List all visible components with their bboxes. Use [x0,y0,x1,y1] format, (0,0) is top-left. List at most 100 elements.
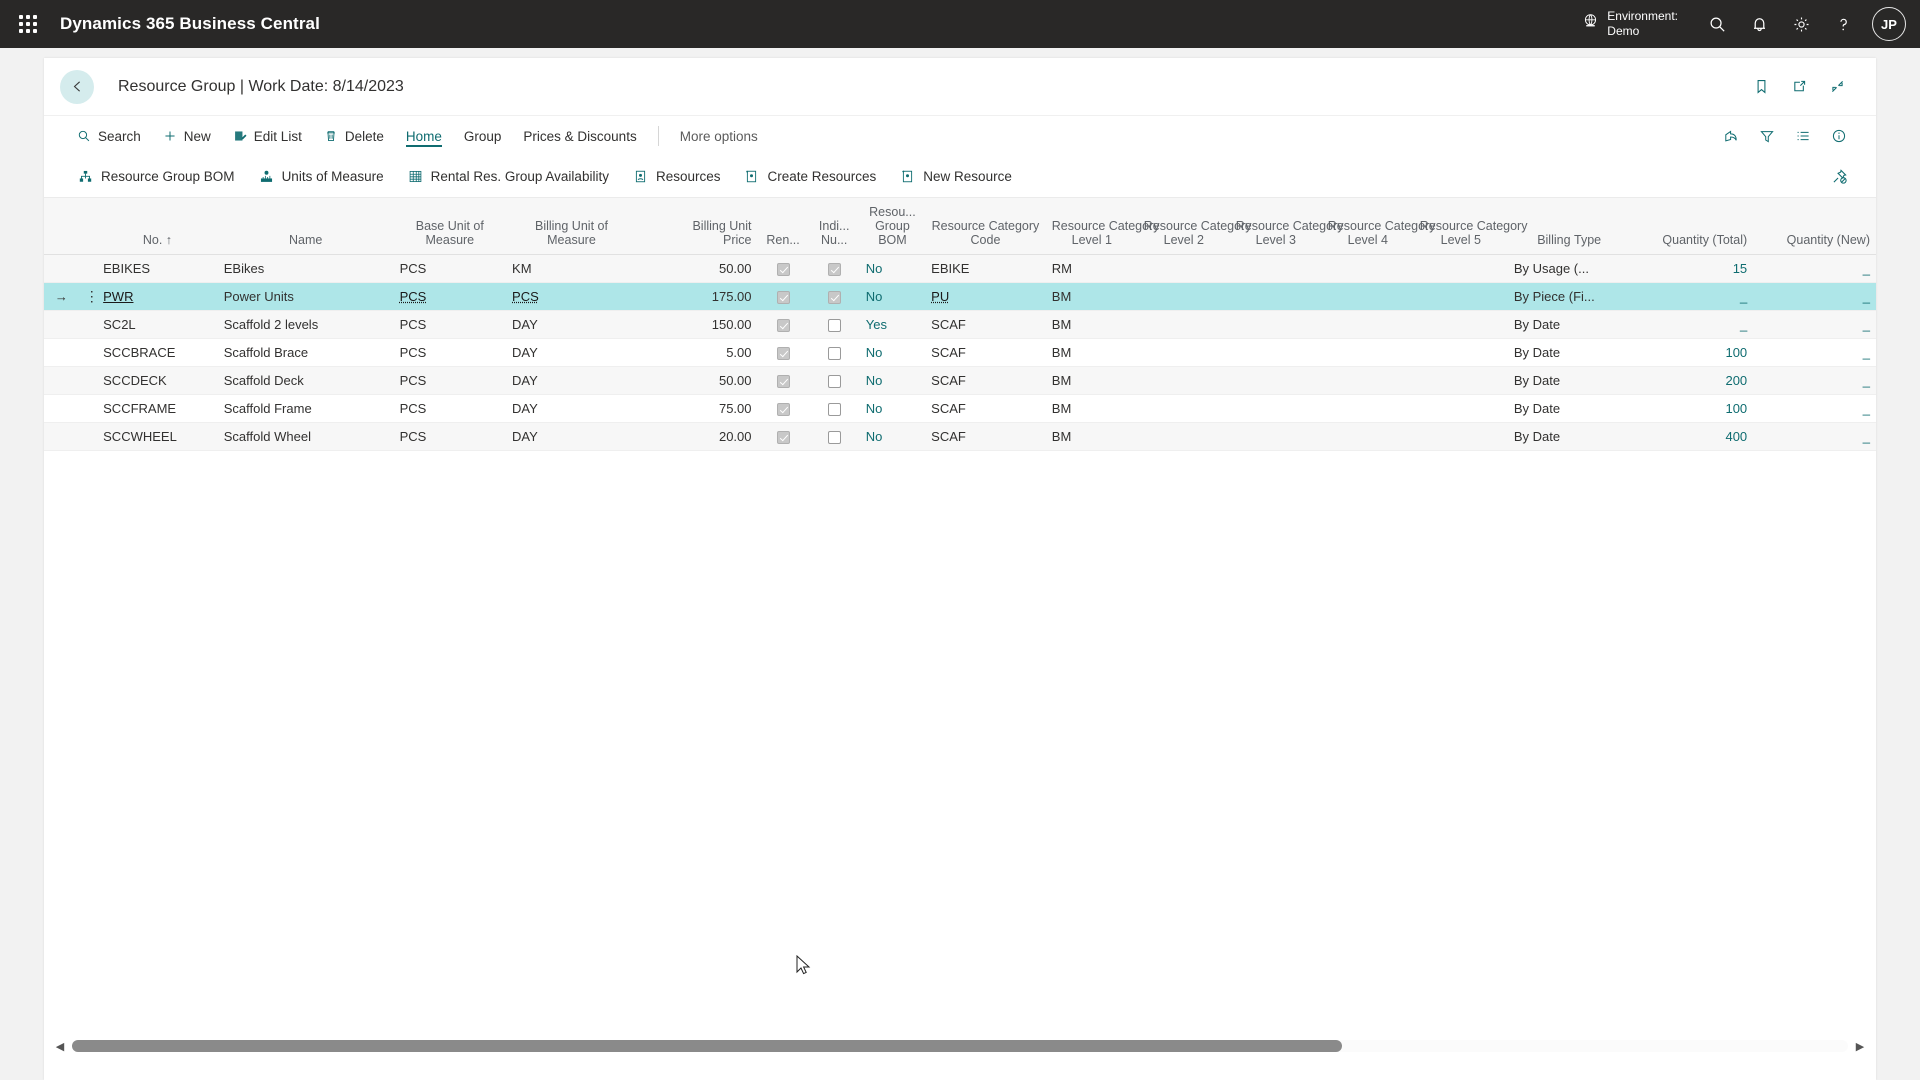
cell-cat-level-1[interactable]: RM [1045,254,1138,283]
cell-cat-level-4[interactable] [1321,366,1414,395]
cell-cat-level-3[interactable] [1229,422,1322,451]
cell-base-uom[interactable]: PCS [393,310,507,339]
checkbox-rental[interactable] [776,374,790,388]
cell-cat-level-3[interactable] [1229,310,1322,339]
table-row[interactable]: SCCDECK Scaffold Deck PCS DAY 50.00 No SCAF BM B… [44,366,1876,395]
cell-no[interactable]: SCCWHEEL [97,422,218,451]
cell-qty-total[interactable]: _ [1630,310,1754,339]
cell-qty-new[interactable]: _ [1753,366,1876,395]
cell-cat-level-1[interactable]: BM [1045,338,1138,367]
cell-qty-new[interactable]: _ [1753,282,1876,311]
cell-res-category-code[interactable]: SCAF [925,394,1046,423]
cell-billing-type[interactable]: By Date [1507,366,1631,395]
cell-individual[interactable] [808,310,860,339]
row-actions-icon[interactable] [78,338,98,367]
cell-cat-level-3[interactable] [1229,282,1322,311]
row-actions-icon[interactable] [78,422,98,451]
cell-cat-level-4[interactable] [1321,254,1414,283]
bell-icon[interactable] [1738,3,1780,45]
cell-cat-level-1[interactable]: BM [1045,366,1138,395]
cell-cat-level-3[interactable] [1229,338,1322,367]
cell-res-category-code[interactable]: EBIKE [925,254,1046,283]
cell-billing-unit-price[interactable]: 50.00 [636,254,758,283]
row-actions-icon[interactable]: ⋮ [78,282,98,311]
cell-cat-level-1[interactable]: BM [1045,282,1138,311]
cell-cat-level-1[interactable]: BM [1045,422,1138,451]
cell-individual[interactable] [808,338,860,367]
cell-billing-type[interactable]: By Date [1507,422,1631,451]
cell-billing-type[interactable]: By Date [1507,338,1631,367]
cell-qty-new[interactable]: _ [1753,310,1876,339]
data-grid-container[interactable]: No. ↑ Name Base Unit of Measure Billing Unit… [44,198,1876,1034]
cell-name[interactable]: Scaffold Brace [217,338,394,367]
row-actions-icon[interactable] [78,394,98,423]
cell-cat-level-4[interactable] [1321,394,1414,423]
cell-billing-type[interactable]: By Date [1507,310,1631,339]
cell-cat-level-4[interactable] [1321,282,1414,311]
col-header-no[interactable]: No. ↑ [97,198,218,255]
cell-cat-level-5[interactable] [1413,310,1508,339]
col-header-cat-level-1[interactable]: Resource Category Level 1 [1045,198,1159,255]
checkbox-rental[interactable] [776,262,790,276]
cell-cat-level-2[interactable] [1137,338,1230,367]
row-actions-icon[interactable] [78,310,98,339]
cell-billing-uom[interactable]: KM [506,254,637,283]
col-header-individual[interactable]: Indi... Nu... [808,198,860,255]
table-row[interactable]: SCCBRACE Scaffold Brace PCS DAY 5.00 No SCAF BM… [44,338,1876,367]
checkbox-individual[interactable] [827,374,841,388]
col-header-cat-level-5[interactable]: Resource Category Level 5 [1413,198,1527,255]
cell-billing-type[interactable]: By Piece (Fi... [1507,282,1631,311]
col-header-billing-unit-price[interactable]: Billing Unit Price [636,198,758,255]
cell-billing-unit-price[interactable]: 150.00 [636,310,758,339]
cell-cat-level-5[interactable] [1413,422,1508,451]
ribbon-delete-button[interactable]: Delete [313,125,395,148]
cell-name[interactable]: Scaffold Wheel [217,422,394,451]
bookmark-icon[interactable] [1744,70,1778,104]
cell-res-category-code[interactable]: PU [925,282,1046,311]
cell-rental[interactable] [757,422,809,451]
cell-res-category-code[interactable]: SCAF [925,310,1046,339]
col-header-cat-level-3[interactable]: Resource Category Level 3 [1229,198,1343,255]
avatar[interactable]: JP [1872,7,1906,41]
cell-name[interactable]: Scaffold Deck [217,366,394,395]
row-actions-icon[interactable] [78,254,98,283]
table-row[interactable]: EBIKES EBikes PCS KM 50.00 No EBIKE RM By Usage … [44,254,1876,283]
cell-base-uom[interactable]: PCS [393,282,507,311]
cell-no[interactable]: SC2L [97,310,218,339]
cell-base-uom[interactable]: PCS [393,254,507,283]
cell-billing-unit-price[interactable]: 175.00 [636,282,758,311]
col-header-qty-total[interactable]: Quantity (Total) [1630,198,1754,255]
cell-base-uom[interactable]: PCS [393,338,507,367]
cell-qty-total[interactable]: 200 [1630,366,1754,395]
more-options-button[interactable]: More options [669,125,769,148]
cell-billing-unit-price[interactable]: 20.00 [636,422,758,451]
cell-res-group-bom[interactable]: No [859,282,926,311]
unpin-icon[interactable] [1824,162,1854,192]
cell-cat-level-1[interactable]: BM [1045,310,1138,339]
cell-res-category-code[interactable]: SCAF [925,422,1046,451]
list-view-icon[interactable] [1788,121,1818,151]
cell-res-category-code[interactable]: SCAF [925,338,1046,367]
cell-res-group-bom[interactable]: No [859,366,926,395]
action-units-of-measure[interactable]: Units of Measure [247,164,396,189]
cell-cat-level-1[interactable]: BM [1045,394,1138,423]
cell-billing-unit-price[interactable]: 50.00 [636,366,758,395]
cell-billing-type[interactable]: By Usage (... [1507,254,1631,283]
cell-res-group-bom[interactable]: Yes [859,310,926,339]
ribbon-tab-group[interactable]: Group [453,125,513,148]
cell-no[interactable]: SCCDECK [97,366,218,395]
ribbon-search-button[interactable]: Search [66,125,152,148]
cell-qty-new[interactable]: _ [1753,338,1876,367]
col-header-res-group-bom[interactable]: Resou... Group BOM [859,198,926,255]
cell-qty-total[interactable]: _ [1630,282,1754,311]
col-header-cat-level-2[interactable]: Resource Category Level 2 [1137,198,1251,255]
cell-name[interactable]: Scaffold Frame [217,394,394,423]
col-header-qty-new[interactable]: Quantity (New) [1753,198,1876,255]
cell-cat-level-5[interactable] [1413,338,1508,367]
col-header-base-uom[interactable]: Base Unit of Measure [393,198,507,255]
cell-qty-new[interactable]: _ [1753,254,1876,283]
col-header-name[interactable]: Name [217,198,394,255]
open-in-new-window-icon[interactable] [1782,70,1816,104]
cell-individual[interactable] [808,282,860,311]
checkbox-rental[interactable] [776,346,790,360]
